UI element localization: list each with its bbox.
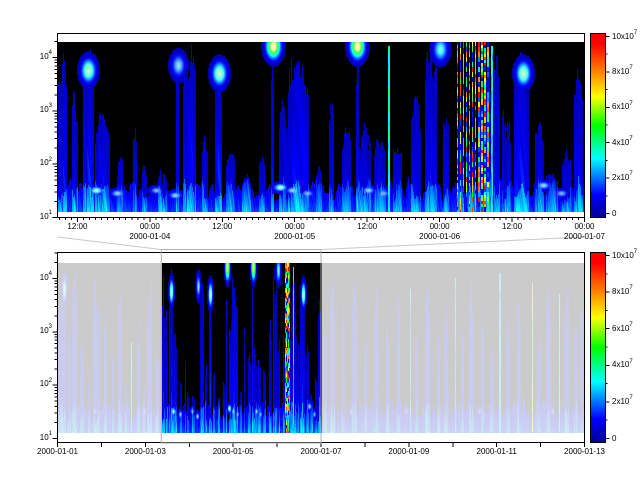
top-x-date-label: 2000-01-05 [274, 232, 315, 241]
top-x-tick-label: 12:00 [212, 222, 232, 231]
bottom-colorbar-tick-label: 4x107 [612, 360, 633, 369]
bottom-x-tick-label: 2000-01-01 [37, 447, 78, 456]
top-x-tick-label: 12:00 [357, 222, 377, 231]
bottom-y-tick-label: 102 [30, 379, 52, 388]
bottom-colorbar-tick-label: 0 [612, 434, 616, 443]
bottom-x-tick-label: 2000-01-13 [564, 447, 605, 456]
top-x-date-label: 2000-01-06 [419, 232, 460, 241]
bottom-y-tick-label: 101 [30, 433, 52, 442]
top-colorbar-tick-label: 0 [612, 209, 616, 218]
axis-ticks [53, 37, 610, 448]
bottom-x-tick-label: 2000-01-05 [213, 447, 254, 456]
bottom-colorbar-tick-label: 8x107 [612, 287, 633, 296]
bottom-colorbar-tick-label: 2x107 [612, 397, 633, 406]
top-colorbar-tick-label: 6x107 [612, 102, 633, 111]
bottom-x-tick-label: 2000-01-11 [476, 447, 516, 456]
top-x-tick-label: 00:00 [285, 222, 305, 231]
bottom-x-tick-label: 2000-01-07 [301, 447, 342, 456]
bottom-colorbar-tick-label: 6x107 [612, 324, 633, 333]
bottom-colorbar-tick-label: 10x107 [612, 251, 637, 260]
top-x-tick-label: 00:00 [140, 222, 160, 231]
bottom-colorbar-frame [591, 253, 606, 443]
top-y-tick-label: 101 [30, 212, 52, 221]
top-colorbar-tick-label: 4x107 [612, 138, 633, 147]
bottom-x-tick-label: 2000-01-09 [388, 447, 429, 456]
plot-window: 12:0000:002000-01-0412:0000:002000-01-05… [0, 0, 640, 480]
top-x-tick-label: 12:00 [502, 222, 522, 231]
top-y-tick-label: 102 [30, 158, 52, 167]
top-plot-frame [58, 34, 585, 218]
bottom-y-tick-label: 104 [30, 273, 52, 282]
bottom-y-tick-label: 103 [30, 326, 52, 335]
top-colorbar-tick-label: 10x107 [612, 32, 637, 41]
top-y-tick-label: 104 [30, 52, 52, 61]
top-x-tick-label: 12:00 [67, 222, 87, 231]
top-x-date-label: 2000-01-07 [564, 232, 605, 241]
top-x-tick-label: 00:00 [430, 222, 450, 231]
bottom-x-tick-label: 2000-01-03 [125, 447, 166, 456]
top-y-tick-label: 103 [30, 105, 52, 114]
top-colorbar-frame [591, 34, 606, 218]
top-x-tick-label: 00:00 [574, 222, 594, 231]
top-x-date-label: 2000-01-04 [129, 232, 170, 241]
selection-region[interactable] [161, 250, 321, 443]
top-colorbar-tick-label: 8x107 [612, 67, 633, 76]
top-colorbar-tick-label: 2x107 [612, 173, 633, 182]
